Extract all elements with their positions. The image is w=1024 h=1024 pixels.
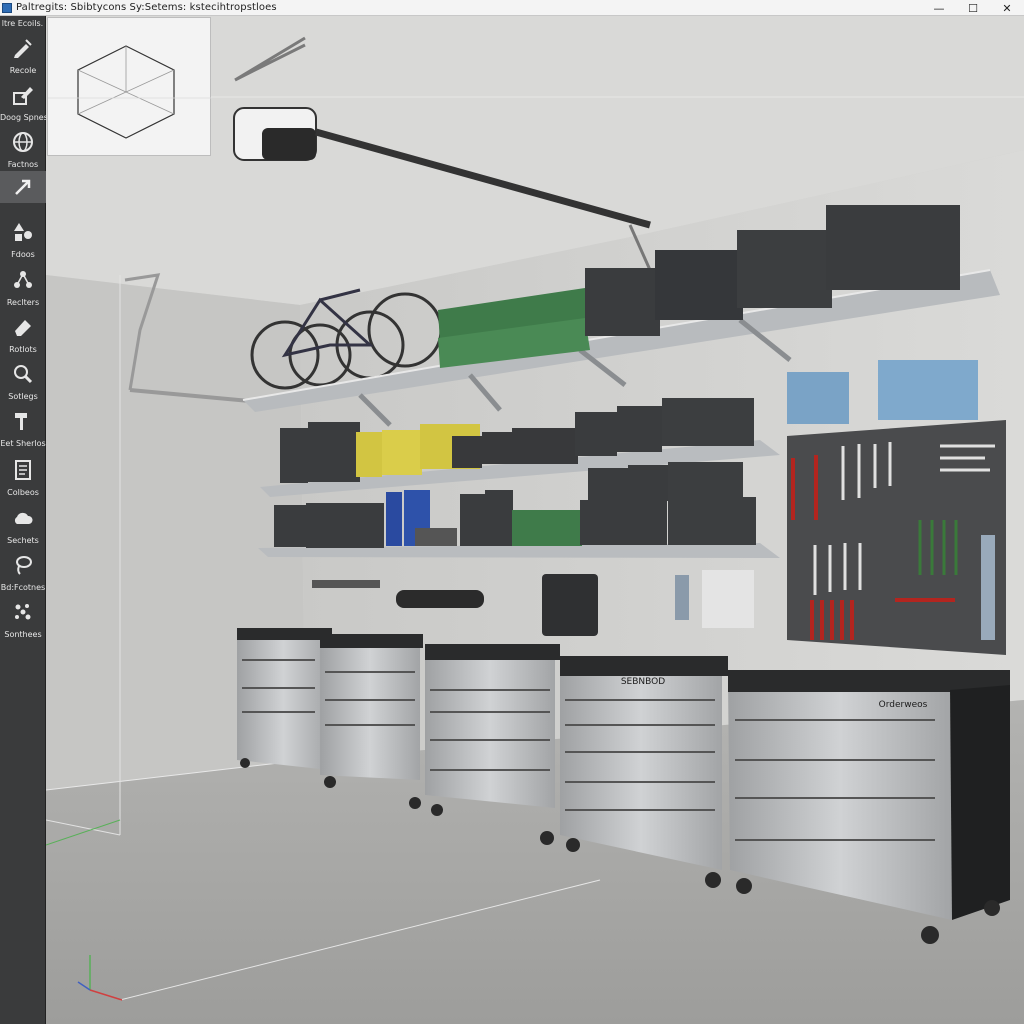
tool-doog-spnes[interactable]: Doog Spnes	[0, 79, 48, 126]
tool-label: Doog Spnes	[0, 113, 48, 122]
tool-label: Fdoos	[11, 250, 35, 259]
tool-label: Reclters	[6, 298, 40, 307]
tool-eet-sherlos[interactable]: Eet Sherlos	[0, 405, 46, 452]
arrow-icon	[11, 171, 35, 203]
app-icon	[2, 2, 12, 13]
tool-label: Rotlots	[9, 345, 37, 354]
tool-label: Colbeos	[7, 488, 39, 497]
tool-label: Recole	[9, 66, 37, 75]
tool-factnos[interactable]: Factnos	[0, 126, 46, 173]
cad-application-window: Paltregits: Sbibtycons Sy:Setems: ksteci…	[0, 0, 1024, 1024]
tool-recole[interactable]: Recole	[0, 32, 46, 79]
window-controls: — ☐ ✕	[922, 0, 1024, 16]
cloud-icon	[11, 502, 35, 534]
tool-sotlegs[interactable]: Sotlegs	[0, 358, 46, 405]
tool-label: Sotlegs	[8, 392, 38, 401]
tool-select-arrow[interactable]	[0, 171, 46, 203]
tool-bd-fcotnes[interactable]: Bd:Fcotnes	[0, 549, 46, 596]
eraser-icon	[11, 311, 35, 343]
cabinet-brand-label: Orderweos	[879, 700, 928, 710]
navigation-cube[interactable]	[47, 17, 212, 156]
pegboard	[787, 420, 1006, 655]
tool-label: Eet Sherlos	[0, 439, 46, 448]
window-title: Paltregits: Sbibtycons Sy:Setems: ksteci…	[16, 2, 277, 13]
shapes-icon	[11, 216, 35, 248]
particles-icon	[11, 596, 35, 628]
maximize-button[interactable]: ☐	[956, 0, 990, 16]
close-button[interactable]: ✕	[990, 0, 1024, 16]
tool-label: Sonthees	[4, 630, 42, 639]
tool-sonthees[interactable]: Sonthees	[0, 596, 46, 643]
tool-label: Factnos	[7, 160, 39, 169]
globe-icon	[11, 126, 35, 158]
pencil-ruler-icon	[11, 32, 35, 64]
nodes-icon	[11, 264, 35, 296]
tool-rotlots[interactable]: Rotlots	[0, 311, 46, 358]
tool-fdoos[interactable]: Fdoos	[0, 216, 46, 263]
tool-label: Sechets	[7, 536, 39, 545]
tool-panel-header: ltre Ecoils.	[1, 19, 44, 28]
lasso-icon	[11, 549, 35, 581]
3d-viewport[interactable]: SEBNBOD Orderweos	[46, 16, 1024, 1024]
garage-render: SEBNBOD Orderweos	[46, 16, 1024, 1024]
tool-sechets[interactable]: Sechets	[0, 502, 46, 549]
document-icon	[11, 454, 35, 486]
title-bar: Paltregits: Sbibtycons Sy:Setems: ksteci…	[0, 0, 1024, 16]
tool-reclters[interactable]: Reclters	[0, 264, 46, 311]
pencil-box-icon	[11, 79, 35, 111]
tool-colbeos[interactable]: Colbeos	[0, 454, 46, 501]
tool-panel: ltre Ecoils. Recole Doog Spnes Factnos F…	[0, 16, 48, 1024]
hammer-icon	[11, 405, 35, 437]
tool-label: Bd:Fcotnes	[0, 583, 46, 592]
cabinet-brand-label: SEBNBOD	[621, 677, 665, 687]
minimize-button[interactable]: —	[922, 0, 956, 16]
magnifier-icon	[11, 358, 35, 390]
hexagon-cube-icon	[48, 45, 212, 139]
